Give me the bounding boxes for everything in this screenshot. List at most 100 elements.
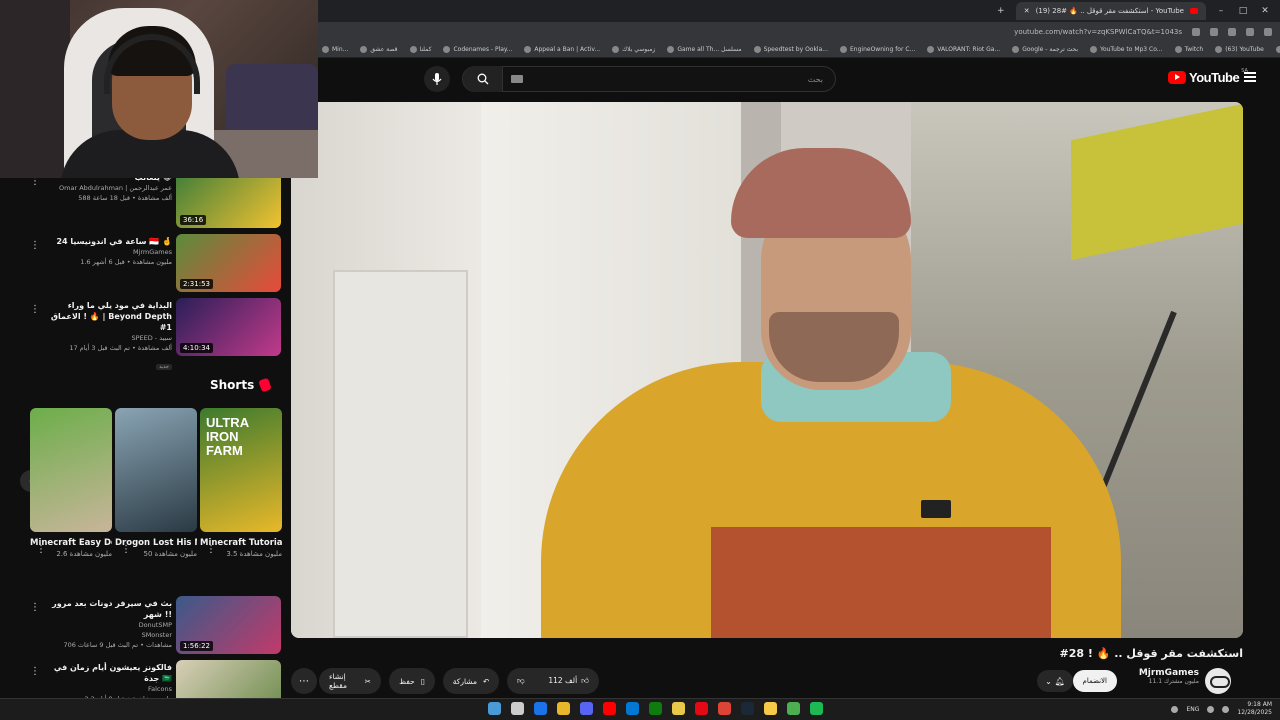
more-options-icon[interactable]: ⋮ — [30, 240, 40, 251]
video-thumbnail[interactable]: 4:10:34 — [176, 298, 281, 356]
more-actions-button[interactable]: ⋯ — [291, 668, 317, 694]
keyboard-icon[interactable] — [511, 75, 523, 83]
bookmark-label: EngineOwning for C... — [850, 46, 916, 53]
extensions-icon[interactable] — [1210, 28, 1218, 36]
browser-tab[interactable]: ✕ (19) استكشفت مقر قوقل .. 🔥 #28 - YouTu… — [1015, 2, 1206, 20]
bookmark-item[interactable]: (63) YouTube — [1215, 46, 1264, 53]
video-player[interactable] — [291, 102, 1243, 638]
taskbar-app-icon[interactable] — [626, 702, 639, 715]
more-options-icon[interactable]: ⋮ — [36, 544, 46, 555]
url-field[interactable]: youtube.com/watch?v=zqKSPWlCaTQ&t=1043s — [1014, 28, 1182, 36]
taskbar-app-icon[interactable] — [534, 702, 547, 715]
voice-search-button[interactable] — [424, 66, 450, 92]
video-card-title[interactable]: بث في سيرفر دونات بعد مرور شهر !! — [40, 598, 172, 620]
short-overlay-text: ULTRA IRON FARM — [206, 415, 249, 458]
forward-icon[interactable] — [1246, 28, 1254, 36]
taskbar-app-icon[interactable] — [603, 702, 616, 715]
taskbar-app-icon[interactable] — [557, 702, 570, 715]
bookmark-item[interactable]: Kick — [1275, 46, 1280, 53]
bookmark-item[interactable]: Min... — [322, 46, 348, 53]
taskbar-app-icon[interactable] — [672, 702, 685, 715]
video-thumbnail[interactable]: 36:16 — [176, 178, 281, 228]
video-card-channel[interactable]: Falcons — [40, 684, 172, 694]
clip-button[interactable]: إنشاء مقطع ✂ — [319, 668, 381, 694]
more-options-icon[interactable]: ⋮ — [30, 602, 40, 613]
save-button[interactable]: حفظ ▯ — [389, 668, 435, 694]
taskbar-app-icon[interactable] — [580, 702, 593, 715]
taskbar-app-icon[interactable] — [511, 702, 524, 715]
more-options-icon[interactable]: ⋮ — [30, 178, 40, 187]
video-card-title[interactable]: 24 ساعة في اندونيسيا 🇮🇩 🤞 — [40, 236, 172, 247]
notification-bell-button[interactable]: ⌄ 🔔︎ — [1037, 670, 1073, 692]
bookmark-item[interactable]: قصة عشق — [360, 46, 398, 53]
bookmark-item[interactable]: YouTube to Mp3 Co... — [1090, 46, 1163, 53]
bookmark-item[interactable]: Game all Th... مسلسل — [667, 46, 742, 53]
dislike-icon[interactable]: 👎︎ — [517, 676, 525, 686]
join-button[interactable]: الانضمام — [1072, 670, 1117, 692]
related-video-card[interactable]: ⋮ 24 ساعة في اندونيسيا 🇮🇩 🤞 MjrmGames 1.6 م… — [0, 234, 290, 296]
search-box[interactable]: بحث — [462, 66, 836, 92]
related-video-card[interactable]: ⋮ البداية في مود يلي ما وراء الاعماق ! 🔥 … — [0, 298, 290, 370]
shorts-shelf: Minecraft Easy Design...2.6 مليون مشاهدة… — [30, 408, 282, 558]
taskbar-app-icon[interactable] — [695, 702, 708, 715]
taskbar-app-icon[interactable] — [787, 702, 800, 715]
bookmark-item[interactable]: Twitch — [1174, 46, 1203, 53]
video-card-title[interactable]: البداية في مود يلي ما وراء الاعماق ! 🔥 |… — [40, 300, 172, 333]
volume-icon[interactable] — [1207, 705, 1215, 713]
video-card-title[interactable]: فالكونز يعيشون أيام زمان في جدة 🇸🇦 — [40, 662, 172, 684]
video-card-channel[interactable]: MjrmGames — [40, 247, 172, 257]
bookmark-item[interactable]: Codenames - Play... — [443, 46, 512, 53]
video-card-channel[interactable]: Omar Abdulrahman | عمر عبدالرحمن — [40, 183, 172, 193]
bookmark-star-icon[interactable] — [1192, 28, 1200, 36]
channel-name[interactable]: MjrmGames — [1139, 668, 1199, 678]
more-options-icon[interactable]: ⋮ — [30, 666, 40, 677]
taskbar-app-icon[interactable] — [488, 702, 501, 715]
more-options-icon[interactable]: ⋮ — [206, 544, 216, 555]
reload-icon[interactable] — [1228, 28, 1236, 36]
bookmark-item[interactable]: EngineOwning for C... — [840, 46, 915, 53]
menu-icon[interactable] — [1244, 72, 1256, 82]
wifi-icon[interactable] — [1171, 705, 1179, 713]
language-indicator[interactable]: ENG — [1186, 706, 1199, 713]
bookmark-item[interactable]: Appeal a Ban | Activ... — [524, 46, 600, 53]
battery-icon[interactable] — [1222, 705, 1230, 713]
bookmark-item[interactable]: كملنا — [409, 46, 431, 53]
new-tab-icon[interactable]: + — [994, 6, 1008, 16]
back-icon[interactable] — [1264, 28, 1272, 36]
taskbar-app-icon[interactable] — [649, 702, 662, 715]
channel-info[interactable]: MjrmGames 11.1 مليون مشترك — [1139, 668, 1199, 685]
search-button[interactable] — [463, 66, 503, 92]
close-window-icon[interactable]: ✕ — [1258, 6, 1272, 16]
taskbar-app-icon[interactable] — [718, 702, 731, 715]
youtube-logo[interactable]: YouTube SA — [1168, 68, 1248, 85]
short-thumbnail[interactable] — [115, 408, 197, 532]
bookmark-item[interactable]: VALORANT: Riot Ga... — [927, 46, 1000, 53]
video-thumbnail[interactable]: 2:31:53 — [176, 234, 281, 292]
more-options-icon[interactable]: ⋮ — [121, 544, 131, 555]
video-card-channel[interactable]: DonutSMP — [40, 620, 172, 630]
maximize-icon[interactable]: □ — [1236, 6, 1250, 16]
taskbar-app-icon[interactable] — [810, 702, 823, 715]
video-card-channel[interactable]: SPEED - سبيد — [40, 333, 172, 343]
bookmark-item[interactable]: زمبوسي بلاك — [612, 46, 655, 53]
related-video-card[interactable]: ⋮ فالكونز يعيشون أيام زمان في جدة 🇸🇦 Falco… — [0, 660, 290, 698]
related-video-card[interactable]: ⋮يتعالب 😂Omar Abdulrahman | عمر عبدالرحم… — [0, 178, 290, 232]
more-options-icon[interactable]: ⋮ — [30, 304, 40, 315]
video-thumbnail[interactable] — [176, 660, 281, 698]
like-button[interactable]: 112 ألف 👍︎ — [548, 676, 589, 686]
short-thumbnail[interactable]: ULTRA IRON FARM — [200, 408, 282, 532]
clock[interactable]: 9:18 AM 12/28/2025 — [1237, 701, 1272, 717]
share-button[interactable]: مشاركة ↶ — [443, 668, 499, 694]
video-card-channel[interactable]: SMonster — [40, 630, 172, 640]
minimize-icon[interactable]: – — [1214, 6, 1228, 16]
taskbar-app-icon[interactable] — [741, 702, 754, 715]
short-thumbnail[interactable] — [30, 408, 112, 532]
related-video-card[interactable]: ⋮ بث في سيرفر دونات بعد مرور شهر !! DonutS… — [0, 596, 290, 658]
tab-close-icon[interactable]: ✕ — [1024, 7, 1030, 15]
bookmark-item[interactable]: Speedtest by Ookla... — [753, 46, 828, 53]
video-thumbnail[interactable]: 1:56:22 — [176, 596, 281, 654]
taskbar-app-icon[interactable] — [764, 702, 777, 715]
channel-avatar[interactable] — [1205, 668, 1231, 694]
search-input[interactable]: بحث — [808, 75, 823, 84]
bookmark-item[interactable]: Google - بحث ترجمة — [1012, 46, 1078, 53]
